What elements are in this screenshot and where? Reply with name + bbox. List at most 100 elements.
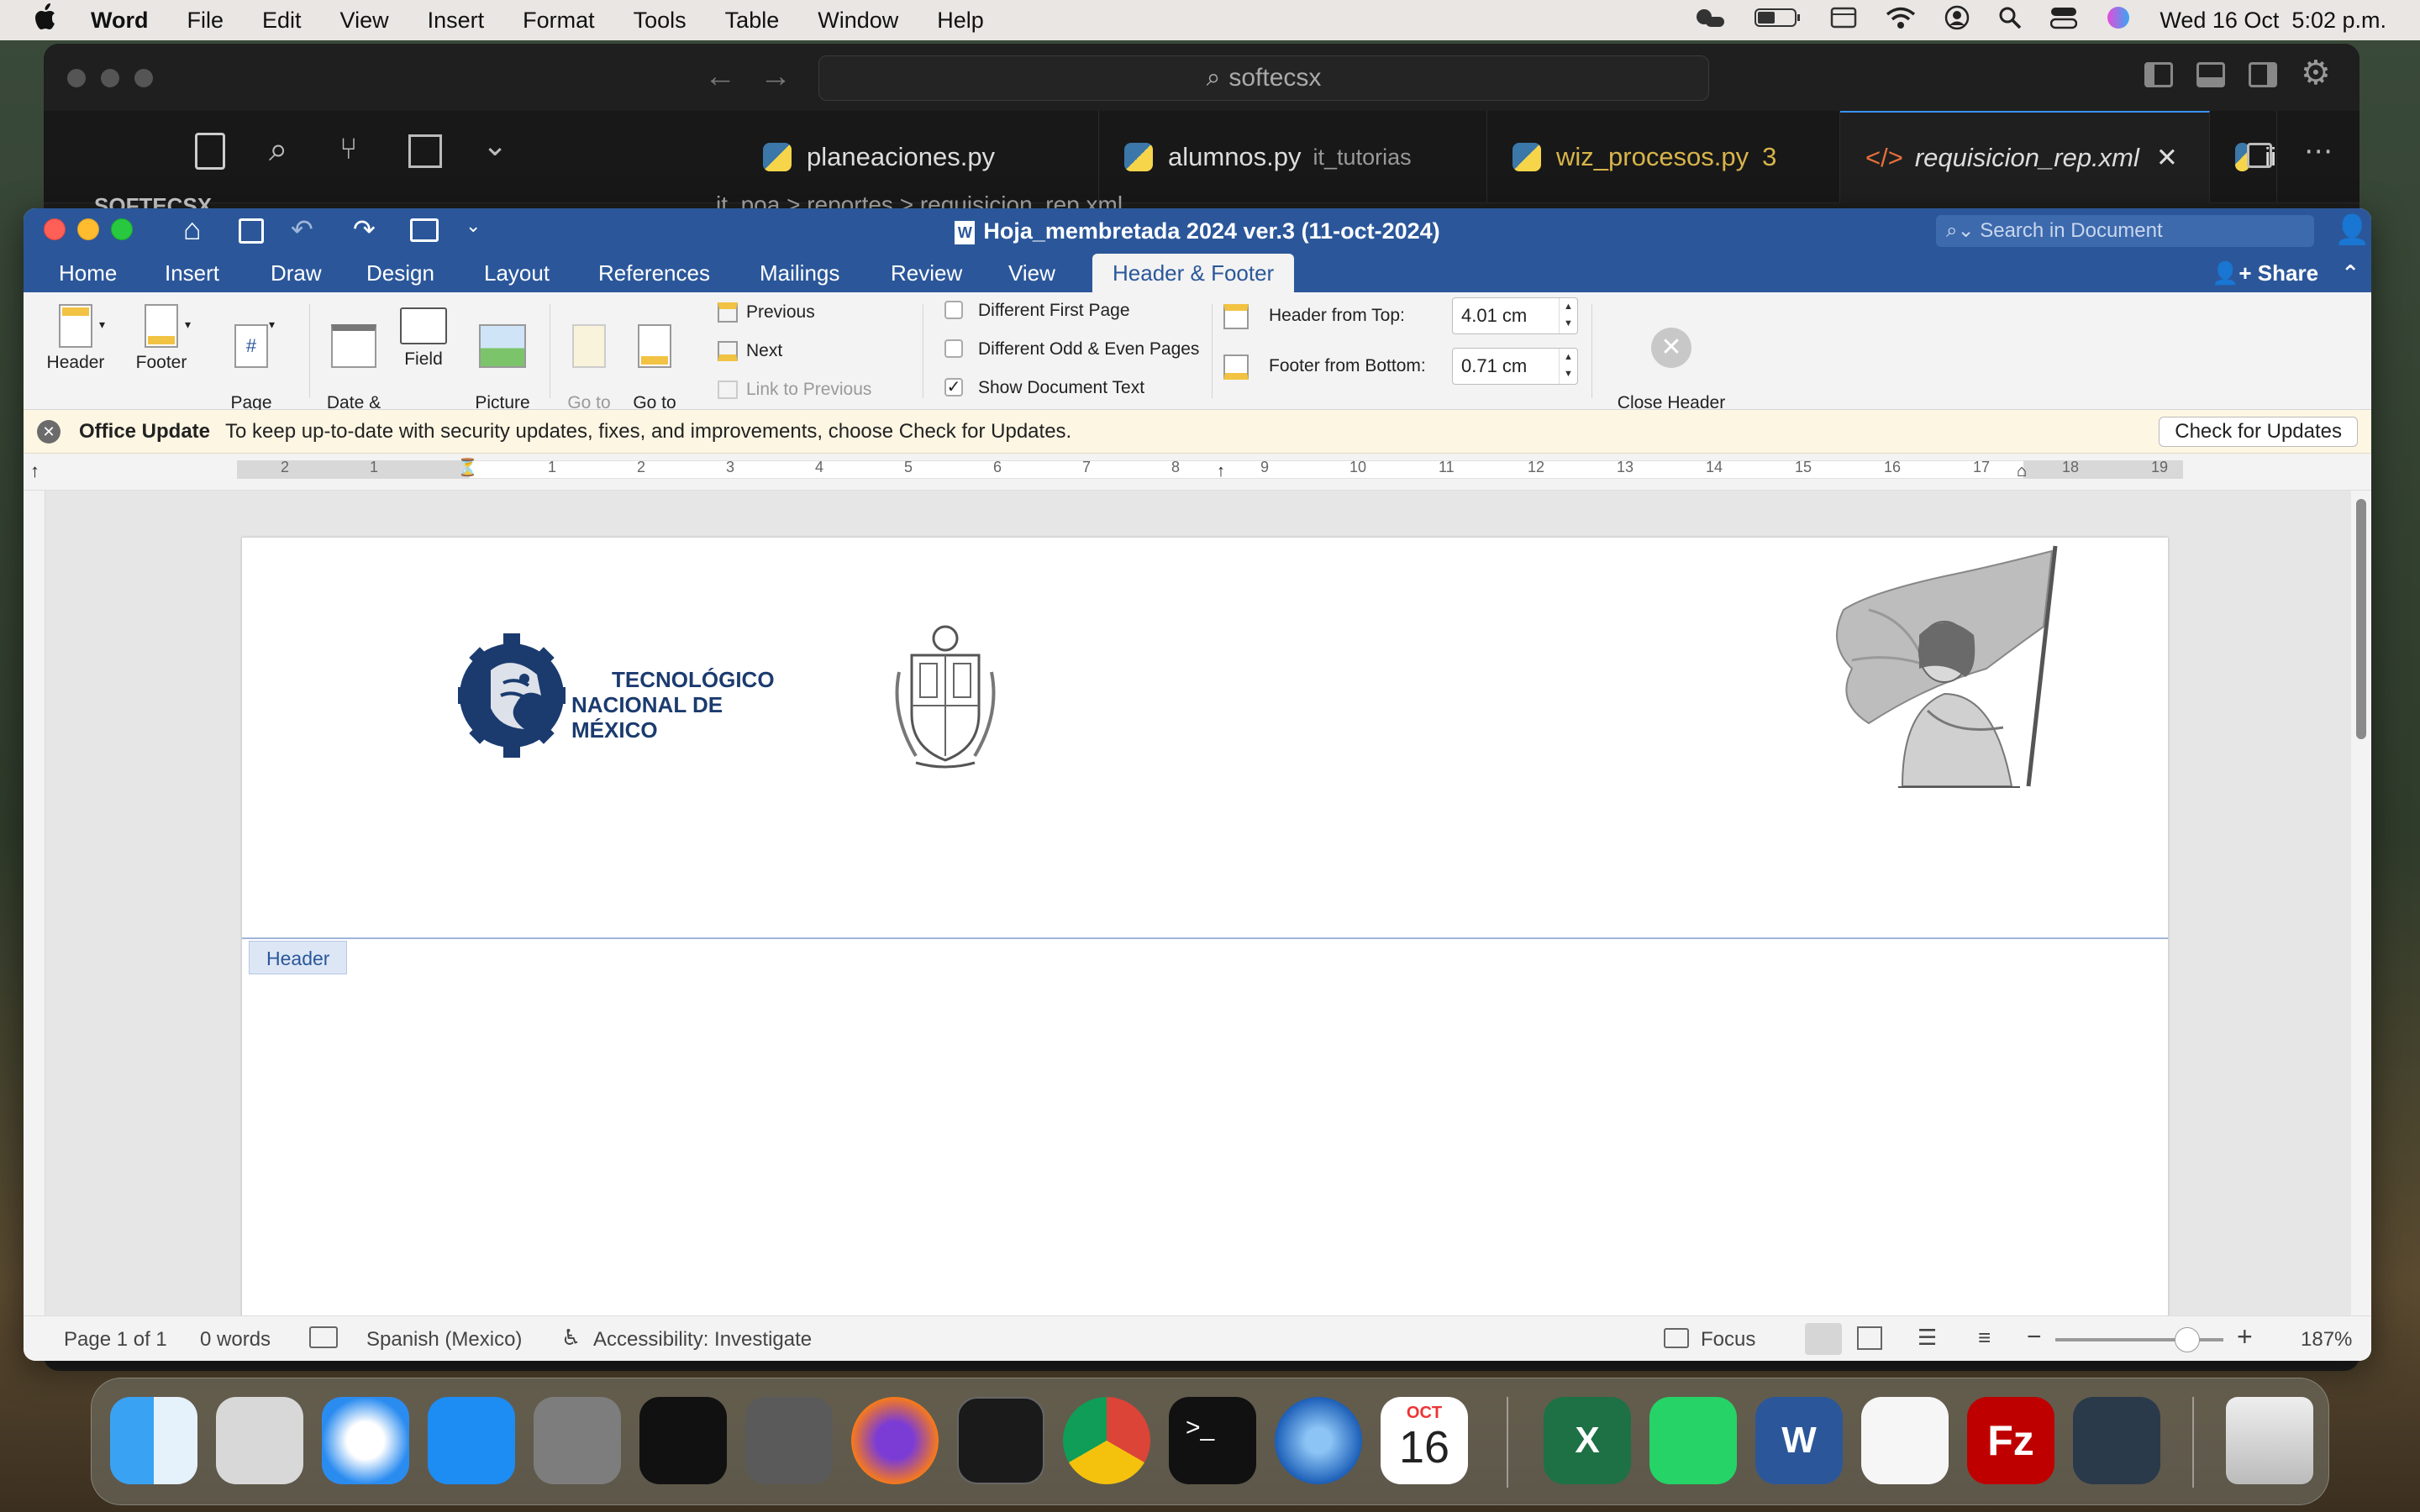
header-area-tag[interactable]: Header (249, 941, 348, 974)
accessibility-status[interactable]: Accessibility: Investigate (593, 1328, 812, 1352)
zoom-slider-thumb[interactable] (2175, 1327, 2200, 1352)
tab-wiz-procesos[interactable]: wiz_procesos.py 3 (1487, 111, 1840, 203)
vertical-ruler[interactable] (24, 491, 45, 1315)
filezilla-icon[interactable]: Fz (1967, 1397, 2054, 1484)
user-icon[interactable] (1944, 5, 1970, 36)
menu-file[interactable]: File (187, 8, 224, 34)
chevron-down-icon[interactable]: ▾ (269, 318, 275, 332)
chevron-down-icon[interactable]: ▾ (185, 318, 191, 332)
zoom-slider[interactable] (2055, 1327, 2223, 1352)
network-app-icon[interactable] (1275, 1397, 1362, 1484)
chrome-icon[interactable] (1063, 1397, 1150, 1484)
zoom-level[interactable]: 187% (2301, 1328, 2352, 1352)
stepper-arrows-icon[interactable]: ▲ ▼ (1559, 349, 1577, 384)
different-first-page-checkbox[interactable] (944, 301, 963, 319)
layout-panel-icon[interactable] (2196, 62, 2225, 87)
tab-selector-icon[interactable]: ↑ (30, 460, 39, 482)
menu-help[interactable]: Help (937, 8, 984, 34)
display-icon[interactable] (1830, 6, 1857, 35)
launchpad-icon[interactable] (216, 1397, 303, 1484)
menubar-clock[interactable]: Wed 16 Oct 5:02 p.m. (2160, 8, 2386, 34)
safari-icon[interactable] (322, 1397, 409, 1484)
previous-button[interactable]: Previous (718, 302, 815, 323)
focus-icon[interactable] (1664, 1328, 1689, 1348)
menu-table[interactable]: Table (725, 8, 780, 34)
search-in-document[interactable]: ⌕⌄ Search in Document (1936, 215, 2314, 247)
menu-tools[interactable]: Tools (634, 8, 687, 34)
word-count[interactable]: 0 words (200, 1328, 271, 1352)
siri-icon[interactable] (2106, 5, 2131, 36)
back-arrow-icon[interactable]: ← (704, 59, 736, 95)
right-indent-icon[interactable]: ⌂ (2017, 462, 2027, 481)
vscode-minimize-dot[interactable] (101, 69, 119, 87)
vertical-scrollbar[interactable] (2351, 491, 2371, 1315)
different-odd-even-checkbox[interactable] (944, 339, 963, 358)
next-button[interactable]: Next (718, 341, 782, 362)
tab-header-footer[interactable]: Header & Footer (1092, 254, 1295, 292)
menu-view[interactable]: View (340, 8, 389, 34)
document-area[interactable]: TECNOLÓGICO NACIONAL DE MÉXICO Header (24, 491, 2371, 1344)
control-center-icon[interactable] (2050, 6, 2078, 35)
tecnm-logo[interactable]: TECNOLÓGICO NACIONAL DE MÉXICO (457, 620, 810, 771)
stepper-arrows-icon[interactable]: ▲ ▼ (1559, 298, 1577, 333)
vscode-close-dot[interactable] (67, 69, 86, 87)
weather-icon[interactable] (1692, 5, 1726, 36)
vscode-zoom-dot[interactable] (134, 69, 153, 87)
layout-secondary-icon[interactable] (2249, 62, 2277, 87)
tab-references[interactable]: References (598, 254, 710, 292)
woman-with-flag-illustration[interactable] (1818, 543, 2070, 791)
vscode-command-search[interactable]: ⌕ softecsx (818, 55, 1709, 101)
more-actions-icon[interactable]: ⋯ (2304, 134, 2333, 168)
system-settings-icon[interactable] (534, 1397, 621, 1484)
web-layout-icon[interactable] (1857, 1326, 1882, 1350)
menu-window[interactable]: Window (818, 8, 898, 34)
app-store-icon[interactable] (428, 1397, 515, 1484)
chevron-down-icon[interactable]: ⌄ (482, 128, 508, 163)
outline-view-icon[interactable]: ☰ (1918, 1325, 1937, 1351)
menu-insert[interactable]: Insert (428, 8, 485, 34)
zoom-out-icon[interactable]: − (2027, 1323, 2042, 1352)
wifi-icon[interactable] (1886, 6, 1916, 35)
menu-app-word[interactable]: Word (91, 8, 149, 34)
menu-format[interactable]: Format (523, 8, 595, 34)
close-icon[interactable]: ✕ (2156, 143, 2178, 173)
tab-draw[interactable]: Draw (271, 254, 322, 292)
finder-icon[interactable] (110, 1397, 197, 1484)
print-layout-icon[interactable] (1805, 1323, 1842, 1355)
proofing-icon[interactable] (309, 1326, 338, 1348)
trash-icon[interactable] (2226, 1397, 2313, 1484)
textedit-icon[interactable] (1861, 1397, 1949, 1484)
tab-mailings[interactable]: Mailings (760, 254, 839, 292)
link-to-previous-button[interactable]: Link to Previous (718, 380, 871, 400)
footer-from-bottom-stepper[interactable]: 0.71 cm ▲ ▼ (1452, 348, 1578, 385)
tab-planeaciones[interactable]: planeaciones.py (738, 111, 1099, 203)
header-button[interactable]: Header (42, 304, 109, 373)
forward-arrow-icon[interactable]: → (760, 59, 792, 95)
collapse-ribbon-icon[interactable]: ⌃ (2341, 260, 2360, 286)
accessibility-icon[interactable]: ♿ (561, 1325, 581, 1351)
layout-sidebar-icon[interactable] (2144, 62, 2173, 87)
chevron-down-icon[interactable]: ▾ (99, 318, 105, 332)
calendar-icon[interactable]: OCT 16 (1381, 1397, 1468, 1484)
document-page[interactable]: TECNOLÓGICO NACIONAL DE MÉXICO Header (242, 538, 2168, 1344)
extensions-icon[interactable] (408, 134, 442, 168)
excel-icon[interactable]: X (1544, 1397, 1631, 1484)
word-icon[interactable]: W (1755, 1397, 1843, 1484)
horizontal-ruler[interactable]: ↑ 2 1 1 2 3 4 5 6 7 8 9 10 11 12 13 14 15 16 17 18 19 ⏳ ↑ ⌂ (24, 454, 2371, 491)
apple-icon[interactable] (32, 3, 57, 38)
account-icon[interactable]: 👤 (2334, 213, 2370, 247)
zoom-in-icon[interactable]: + (2237, 1321, 2253, 1352)
focus-label[interactable]: Focus (1701, 1328, 1755, 1352)
tab-requisicion-rep[interactable]: </> requisicion_rep.xml ✕ (1840, 111, 2210, 203)
terminal-icon[interactable]: >_ (1169, 1397, 1256, 1484)
split-editor-icon[interactable] (2247, 143, 2272, 168)
cube-app-icon[interactable] (639, 1397, 727, 1484)
scrollbar-thumb[interactable] (2356, 499, 2366, 739)
activity-monitor-icon[interactable] (957, 1397, 1044, 1484)
draft-view-icon[interactable]: ≡ (1978, 1325, 1991, 1351)
indent-marker-icon[interactable]: ⏳ (457, 457, 478, 478)
calculator-icon[interactable] (745, 1397, 833, 1484)
page-count[interactable]: Page 1 of 1 (64, 1328, 167, 1352)
menu-edit[interactable]: Edit (262, 8, 302, 34)
header-from-top-stepper[interactable]: 4.01 cm ▲ ▼ (1452, 297, 1578, 334)
